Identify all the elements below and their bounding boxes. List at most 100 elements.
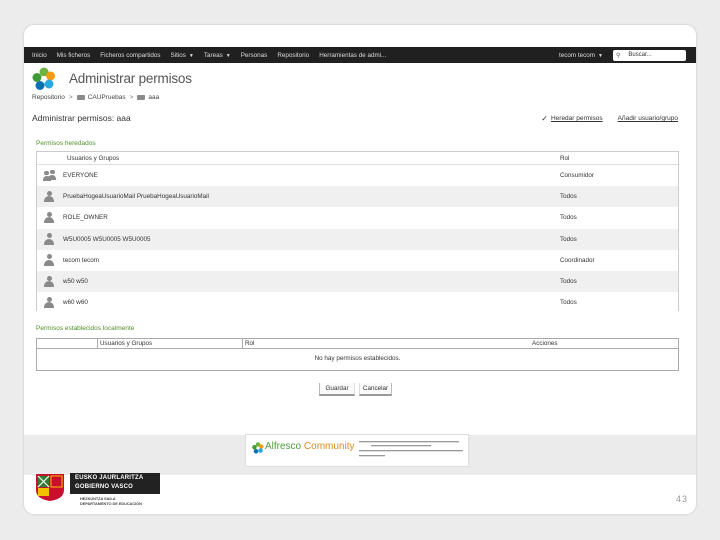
user-menu[interactable]: tecom tecom ▼ — [559, 52, 603, 59]
breadcrumb-separator-icon: > — [129, 94, 134, 101]
search-icon: ⚲ — [616, 52, 621, 59]
breadcrumb-repositorio[interactable]: Repositorio — [32, 94, 65, 101]
folder-icon — [137, 95, 146, 100]
user-icon — [43, 275, 55, 288]
nav-item-herramientas-admin[interactable]: Herramientas de admi... — [311, 52, 386, 59]
table-row: w60 w60 Todos — [37, 292, 678, 313]
alfresco-community-banner: Alfresco Community — [245, 434, 469, 467]
column-header-actions: Acciones — [532, 339, 558, 347]
user-icon — [43, 190, 55, 203]
search-placeholder: Buscar... — [628, 52, 652, 58]
row-user-name: tecom tecom — [63, 256, 100, 264]
row-user-name: W5U0005 W5U0005 W5U0005 — [63, 235, 151, 243]
row-user-name: EVERYONE — [63, 172, 98, 180]
nav-item-repositorio[interactable]: Repositorio — [269, 52, 309, 59]
save-button[interactable]: Guardar — [319, 383, 355, 396]
column-header-role: Rol — [242, 338, 530, 349]
column-header-users: Usuarios y Grupos — [67, 154, 120, 162]
cancel-button[interactable]: Cancelar — [359, 383, 392, 396]
row-user-name: w60 w60 — [63, 299, 88, 307]
nav-item-mis-ficheros[interactable]: Mis ficheros — [49, 52, 91, 59]
slide: Inicio Mis ficheros Ficheros compartidos… — [24, 25, 696, 514]
top-navigation-bar: Inicio Mis ficheros Ficheros compartidos… — [24, 47, 696, 63]
empty-message: No hay permisos establecidos. — [314, 355, 401, 362]
nav-label: Mis ficheros — [56, 51, 91, 59]
gov-name-line2: GOBIERNO VASCO — [75, 484, 134, 490]
row-icon-cell — [37, 169, 63, 182]
breadcrumb-aaa[interactable]: aaa — [148, 94, 159, 101]
row-user-name: ROLE_OWNER — [63, 214, 108, 222]
coat-of-arms-icon — [36, 474, 64, 501]
inherit-permissions-toggle[interactable]: Heredar permisos — [551, 115, 603, 122]
nav-label: Ficheros compartidos — [100, 51, 161, 59]
chevron-down-icon: ▼ — [188, 52, 194, 59]
fine-print-lines-icon — [359, 441, 463, 457]
nav-label: Herramientas de admi... — [319, 51, 387, 59]
breadcrumb: Repositorio > CAUPruebas > aaa — [32, 94, 159, 101]
gov-name-bar: EUSKO JAURLARITZA GOBIERNO VASCO — [70, 473, 160, 494]
row-icon-cell — [37, 275, 63, 288]
table-row: tecom tecom Coordinador — [37, 250, 678, 271]
table-row: w50 w50 Todos — [37, 270, 678, 293]
row-icon-cell — [37, 296, 63, 309]
breadcrumb-caupruebas[interactable]: CAUPruebas — [88, 94, 126, 101]
user-name: tecom tecom — [559, 51, 596, 59]
nav-item-inicio[interactable]: Inicio — [24, 52, 47, 59]
column-header-role: Rol — [560, 154, 570, 162]
search-input[interactable]: ⚲ Buscar... — [613, 49, 686, 61]
nav-label: Inicio — [32, 51, 47, 59]
alfresco-community-word: Community — [303, 441, 355, 452]
nav-label: Sitios — [170, 51, 186, 59]
alfresco-brand: Alfresco Community — [265, 441, 354, 452]
form-buttons: Guardar Cancelar — [319, 383, 392, 396]
user-icon — [43, 233, 55, 245]
local-permissions-table: Usuarios y Grupos Rol Acciones No hay pe… — [36, 338, 679, 371]
alfresco-logo-icon — [32, 67, 55, 90]
row-user-name: w50 w50 — [63, 278, 88, 286]
table-header: Usuarios y Grupos Rol Acciones — [37, 338, 678, 349]
row-role: Todos — [560, 278, 577, 286]
department-name-es: DEPARTAMENTO DE EDUCACIÓN — [80, 502, 142, 506]
alfresco-flower-icon — [252, 442, 264, 454]
column-header-users: Usuarios y Grupos — [97, 338, 242, 349]
add-user-group-button[interactable]: Añadir usuario/grupo — [618, 115, 678, 122]
nav-label: Repositorio — [277, 51, 310, 59]
alfresco-fine-print-graphic — [359, 440, 467, 466]
row-role: Todos — [560, 193, 577, 201]
row-role: Todos — [560, 214, 577, 222]
folder-icon — [76, 95, 85, 100]
breadcrumb-separator-icon: > — [68, 94, 73, 101]
table-row: W5U0005 W5U0005 W5U0005 Todos — [37, 228, 678, 250]
table-row: EVERYONE Consumidor — [37, 165, 678, 186]
group-icon — [43, 169, 57, 182]
nav-item-tareas[interactable]: Tareas ▼ — [196, 52, 231, 59]
chevron-down-icon: ▼ — [598, 52, 603, 59]
permissions-actions: ✓ Heredar permisos Añadir usuario/grupo — [541, 114, 678, 123]
alfresco-brand-name: Alfresco — [265, 441, 302, 452]
page-title: Administrar permisos — [69, 71, 192, 86]
row-icon-cell — [37, 233, 63, 245]
user-icon — [43, 296, 55, 309]
nav-item-sitios[interactable]: Sitios ▼ — [163, 52, 194, 59]
row-role: Coordinador — [560, 256, 595, 264]
page-number: 43 — [675, 494, 688, 504]
nav-label: Personas — [240, 51, 268, 59]
row-role: Consumidor — [560, 172, 594, 180]
table-header: Usuarios y Grupos Rol — [37, 152, 678, 165]
row-role: Todos — [560, 235, 577, 243]
local-permissions-label: Permisos establecidos localmente — [36, 325, 135, 332]
nav-label: Tareas — [203, 51, 223, 59]
row-role: Todos — [560, 299, 577, 307]
gov-name-line1: EUSKO JAURLARITZA — [75, 475, 144, 481]
department-name-eu: HEZKUNTZA SAILA — [80, 497, 116, 501]
row-user-name: PruebaHogeaUsuarioMail PruebaHogeaUsuari… — [63, 193, 209, 201]
nav-item-personas[interactable]: Personas — [233, 52, 268, 59]
user-icon — [43, 254, 55, 266]
row-icon-cell — [37, 211, 63, 224]
nav-item-ficheros-compartidos[interactable]: Ficheros compartidos — [92, 52, 160, 59]
chevron-down-icon: ▼ — [225, 52, 231, 59]
table-row: PruebaHogeaUsuarioMail PruebaHogeaUsuari… — [37, 186, 678, 208]
user-icon — [43, 211, 55, 224]
inherited-permissions-table: Usuarios y Grupos Rol EVERYONE Consumido… — [36, 151, 679, 311]
row-icon-cell — [37, 254, 63, 266]
